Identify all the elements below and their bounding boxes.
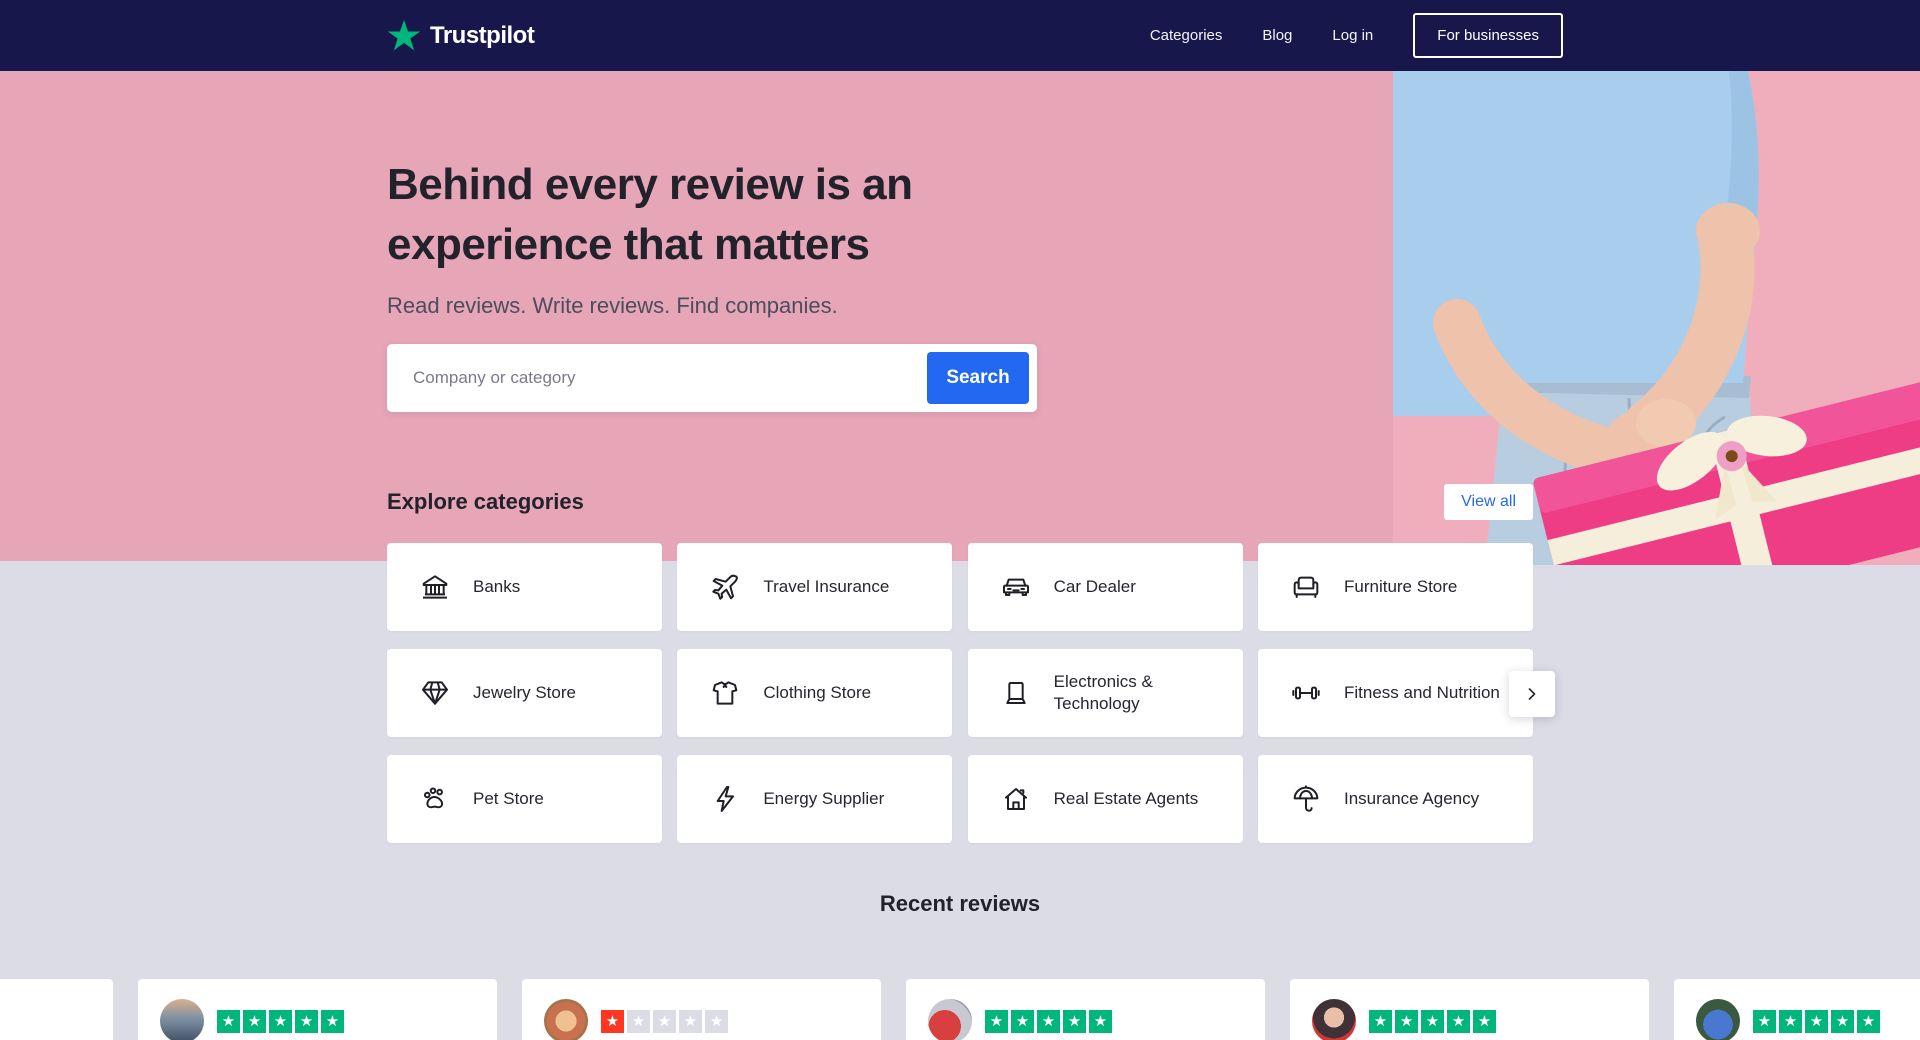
- car-icon: [1000, 571, 1032, 603]
- review-card[interactable]: ★★★★★: [1290, 979, 1649, 1040]
- nav-categories[interactable]: Categories: [1150, 27, 1223, 44]
- category-card-electronics-technology[interactable]: Electronics & Technology: [968, 649, 1243, 737]
- hero-section: Behind every review is an experience tha…: [0, 71, 1920, 561]
- bank-icon: [419, 571, 451, 603]
- hero-title-line1: Behind every review is an: [387, 160, 913, 209]
- category-card-jewelry-store[interactable]: Jewelry Store: [387, 649, 662, 737]
- star-rating: ★★★★★: [601, 1010, 728, 1033]
- house-icon: [1000, 783, 1032, 815]
- diamond-icon: [419, 677, 451, 709]
- for-businesses-button[interactable]: For businesses: [1413, 13, 1563, 58]
- armchair-icon: [1290, 571, 1322, 603]
- trustpilot-logo[interactable]: Trustpilot: [387, 20, 534, 52]
- reviewer-avatar: [1312, 999, 1356, 1040]
- search-bar: Search: [387, 344, 1037, 412]
- chevron-right-icon: [1522, 684, 1542, 704]
- view-all-button[interactable]: View all: [1444, 484, 1533, 520]
- star-rating: ★★★★★: [217, 1010, 344, 1033]
- top-navigation-bar: Trustpilot Categories Blog Log in For bu…: [0, 0, 1920, 71]
- category-card-clothing-store[interactable]: Clothing Store: [677, 649, 952, 737]
- search-input[interactable]: [395, 352, 927, 404]
- review-card-partial[interactable]: [0, 979, 113, 1040]
- carousel-next-button[interactable]: [1509, 671, 1555, 717]
- category-grid: Banks Travel Insurance: [387, 543, 1533, 843]
- hero-title-line2: experience that matters: [387, 220, 870, 269]
- category-card-pet-store[interactable]: Pet Store: [387, 755, 662, 843]
- reviewer-avatar: [928, 999, 972, 1040]
- reviewer-avatar: [544, 999, 588, 1040]
- category-card-insurance-agency[interactable]: Insurance Agency: [1258, 755, 1533, 843]
- recent-reviews-heading: Recent reviews: [0, 891, 1920, 917]
- nav-blog[interactable]: Blog: [1262, 27, 1292, 44]
- category-card-car-dealer[interactable]: Car Dealer: [968, 543, 1243, 631]
- hero-title: Behind every review is an experience tha…: [387, 71, 1533, 275]
- star-rating: ★★★★★: [1753, 1010, 1880, 1033]
- category-card-real-estate-agents[interactable]: Real Estate Agents: [968, 755, 1243, 843]
- hero-subtitle: Read reviews. Write reviews. Find compan…: [387, 293, 1533, 319]
- shirt-icon: [709, 677, 741, 709]
- header-nav: Categories Blog Log in For businesses: [1150, 13, 1563, 58]
- category-card-travel-insurance[interactable]: Travel Insurance: [677, 543, 952, 631]
- reviewer-avatar: [160, 999, 204, 1040]
- category-card-banks[interactable]: Banks: [387, 543, 662, 631]
- nav-login[interactable]: Log in: [1332, 27, 1373, 44]
- star-rating: ★★★★★: [985, 1010, 1112, 1033]
- category-card-fitness-nutrition[interactable]: Fitness and Nutrition: [1258, 649, 1533, 737]
- search-button[interactable]: Search: [927, 352, 1029, 404]
- lightning-icon: [709, 783, 741, 815]
- reviews-carousel: ★★★★★ ★★★★★ ★★★★★ ★★★★★ ★★★★★: [0, 979, 1920, 1040]
- plane-icon: [709, 571, 741, 603]
- review-card[interactable]: ★★★★★: [906, 979, 1265, 1040]
- star-rating: ★★★★★: [1369, 1010, 1496, 1033]
- umbrella-icon: [1290, 783, 1322, 815]
- laptop-icon: [1000, 677, 1032, 709]
- category-card-furniture-store[interactable]: Furniture Store: [1258, 543, 1533, 631]
- explore-categories-heading: Explore categories: [387, 489, 584, 515]
- trustpilot-star-icon: [387, 20, 421, 52]
- dumbbell-icon: [1290, 677, 1322, 709]
- review-card[interactable]: ★★★★★: [522, 979, 881, 1040]
- review-card[interactable]: ★★★★★: [138, 979, 497, 1040]
- review-card[interactable]: ★★★★★: [1674, 979, 1920, 1040]
- reviewer-avatar: [1696, 999, 1740, 1040]
- paw-icon: [419, 783, 451, 815]
- category-card-energy-supplier[interactable]: Energy Supplier: [677, 755, 952, 843]
- logo-text: Trustpilot: [430, 22, 534, 50]
